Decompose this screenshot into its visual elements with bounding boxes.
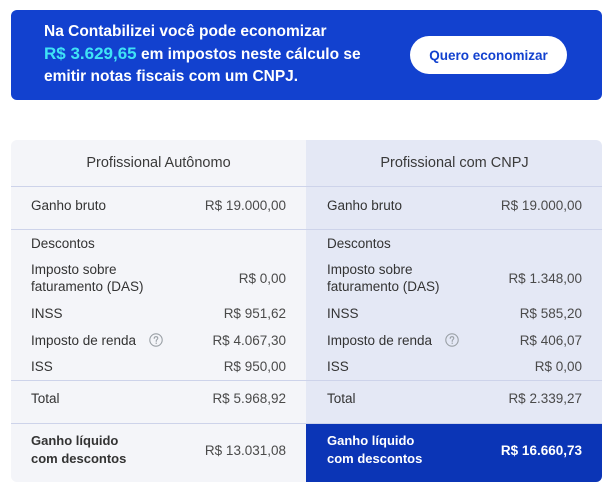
gross-income-row: Ganho bruto R$ 19.000,00 — [11, 186, 306, 229]
discount-value: R$ 406,07 — [519, 332, 582, 348]
total-row: Total R$ 2.339,27 — [306, 380, 602, 423]
total-value: R$ 5.968,92 — [212, 390, 286, 406]
discounts-label: Descontos — [31, 235, 95, 251]
net-income-label: Ganho líquido com descontos — [31, 433, 127, 466]
total-row: Total R$ 5.968,92 — [11, 380, 306, 423]
gross-income-label: Ganho bruto — [31, 197, 107, 213]
net-income-row: Ganho líquido com descontos R$ 13.031,08 — [11, 423, 306, 482]
discounts-heading: Descontos — [31, 234, 286, 252]
discount-label: INSS — [327, 305, 359, 321]
discount-value: R$ 585,20 — [519, 305, 582, 321]
gross-income-value: R$ 19.000,00 — [500, 197, 582, 213]
discounts-section: Descontos Imposto sobre faturamento (DAS… — [11, 229, 306, 380]
savings-message-line2-text: em impostos neste cálculo se — [140, 46, 361, 63]
discount-row-das: Imposto sobre faturamento (DAS) R$ 0,00 — [31, 261, 286, 295]
net-income-row-highlighted: Ganho líquido com descontos R$ 16.660,73 — [306, 423, 602, 482]
column-title: Profissional Autônomo — [86, 155, 231, 171]
discount-label: INSS — [31, 305, 63, 321]
discount-label: Imposto de renda — [31, 332, 137, 348]
savings-message-line3: emitir notas fiscais com um CNPJ. — [44, 68, 299, 85]
discount-value: R$ 4.067,30 — [212, 332, 286, 348]
column-header: Profissional Autônomo — [11, 140, 306, 186]
total-label: Total — [327, 390, 356, 406]
discount-label: ISS — [31, 358, 53, 374]
gross-income-value: R$ 19.000,00 — [204, 197, 286, 213]
discount-value: R$ 951,62 — [223, 305, 286, 321]
discount-row-iss: ISS R$ 950,00 — [31, 357, 286, 375]
total-value: R$ 2.339,27 — [508, 390, 582, 406]
question-circle-icon[interactable] — [445, 333, 459, 347]
discount-row-imposto-de-renda: Imposto de renda R$ 406,07 — [327, 331, 582, 349]
gross-income-row: Ganho bruto R$ 19.000,00 — [306, 186, 602, 229]
discount-row-das: Imposto sobre faturamento (DAS) R$ 1.348… — [327, 261, 582, 295]
discount-label: Imposto de renda — [327, 332, 433, 348]
discount-label-group: Imposto de renda — [327, 332, 459, 349]
savings-message-line2: R$ 3.629,65 em impostos neste cálculo se — [44, 43, 361, 66]
discount-label: Imposto sobre faturamento (DAS) — [327, 262, 440, 294]
column-title: Profissional com CNPJ — [380, 155, 529, 171]
discount-label-group: Imposto de renda — [31, 332, 163, 349]
savings-banner: Na Contabilizei você pode economizar R$ … — [11, 10, 602, 100]
column-header: Profissional com CNPJ — [306, 140, 602, 186]
discount-value: R$ 0,00 — [238, 270, 286, 286]
savings-message-line1: Na Contabilizei você pode economizar — [44, 23, 327, 40]
savings-amount: R$ 3.629,65 — [44, 44, 137, 63]
gross-income-label: Ganho bruto — [327, 197, 403, 213]
column-cnpj: Profissional com CNPJ Ganho bruto R$ 19.… — [306, 140, 602, 482]
discount-row-inss: INSS R$ 951,62 — [31, 304, 286, 322]
net-income-label: Ganho líquido com descontos — [327, 433, 423, 466]
comparison-table: Profissional Autônomo Ganho bruto R$ 19.… — [11, 140, 602, 482]
quero-economizar-button[interactable]: Quero economizar — [410, 36, 567, 74]
discount-value: R$ 0,00 — [534, 358, 582, 374]
column-autonomo: Profissional Autônomo Ganho bruto R$ 19.… — [11, 140, 306, 482]
discount-label: ISS — [327, 358, 349, 374]
discount-label: Imposto sobre faturamento (DAS) — [31, 262, 144, 294]
discount-row-inss: INSS R$ 585,20 — [327, 304, 582, 322]
discount-row-iss: ISS R$ 0,00 — [327, 357, 582, 375]
discounts-heading: Descontos — [327, 234, 582, 252]
discount-row-imposto-de-renda: Imposto de renda R$ 4.067,30 — [31, 331, 286, 349]
discount-value: R$ 1.348,00 — [508, 270, 582, 286]
discount-value: R$ 950,00 — [223, 358, 286, 374]
savings-message: Na Contabilizei você pode economizar R$ … — [44, 21, 361, 88]
total-label: Total — [31, 390, 60, 406]
net-income-value: R$ 16.660,73 — [500, 442, 582, 458]
net-income-value: R$ 13.031,08 — [204, 442, 286, 458]
discounts-label: Descontos — [327, 235, 391, 251]
question-circle-icon[interactable] — [149, 333, 163, 347]
discounts-section: Descontos Imposto sobre faturamento (DAS… — [306, 229, 602, 380]
